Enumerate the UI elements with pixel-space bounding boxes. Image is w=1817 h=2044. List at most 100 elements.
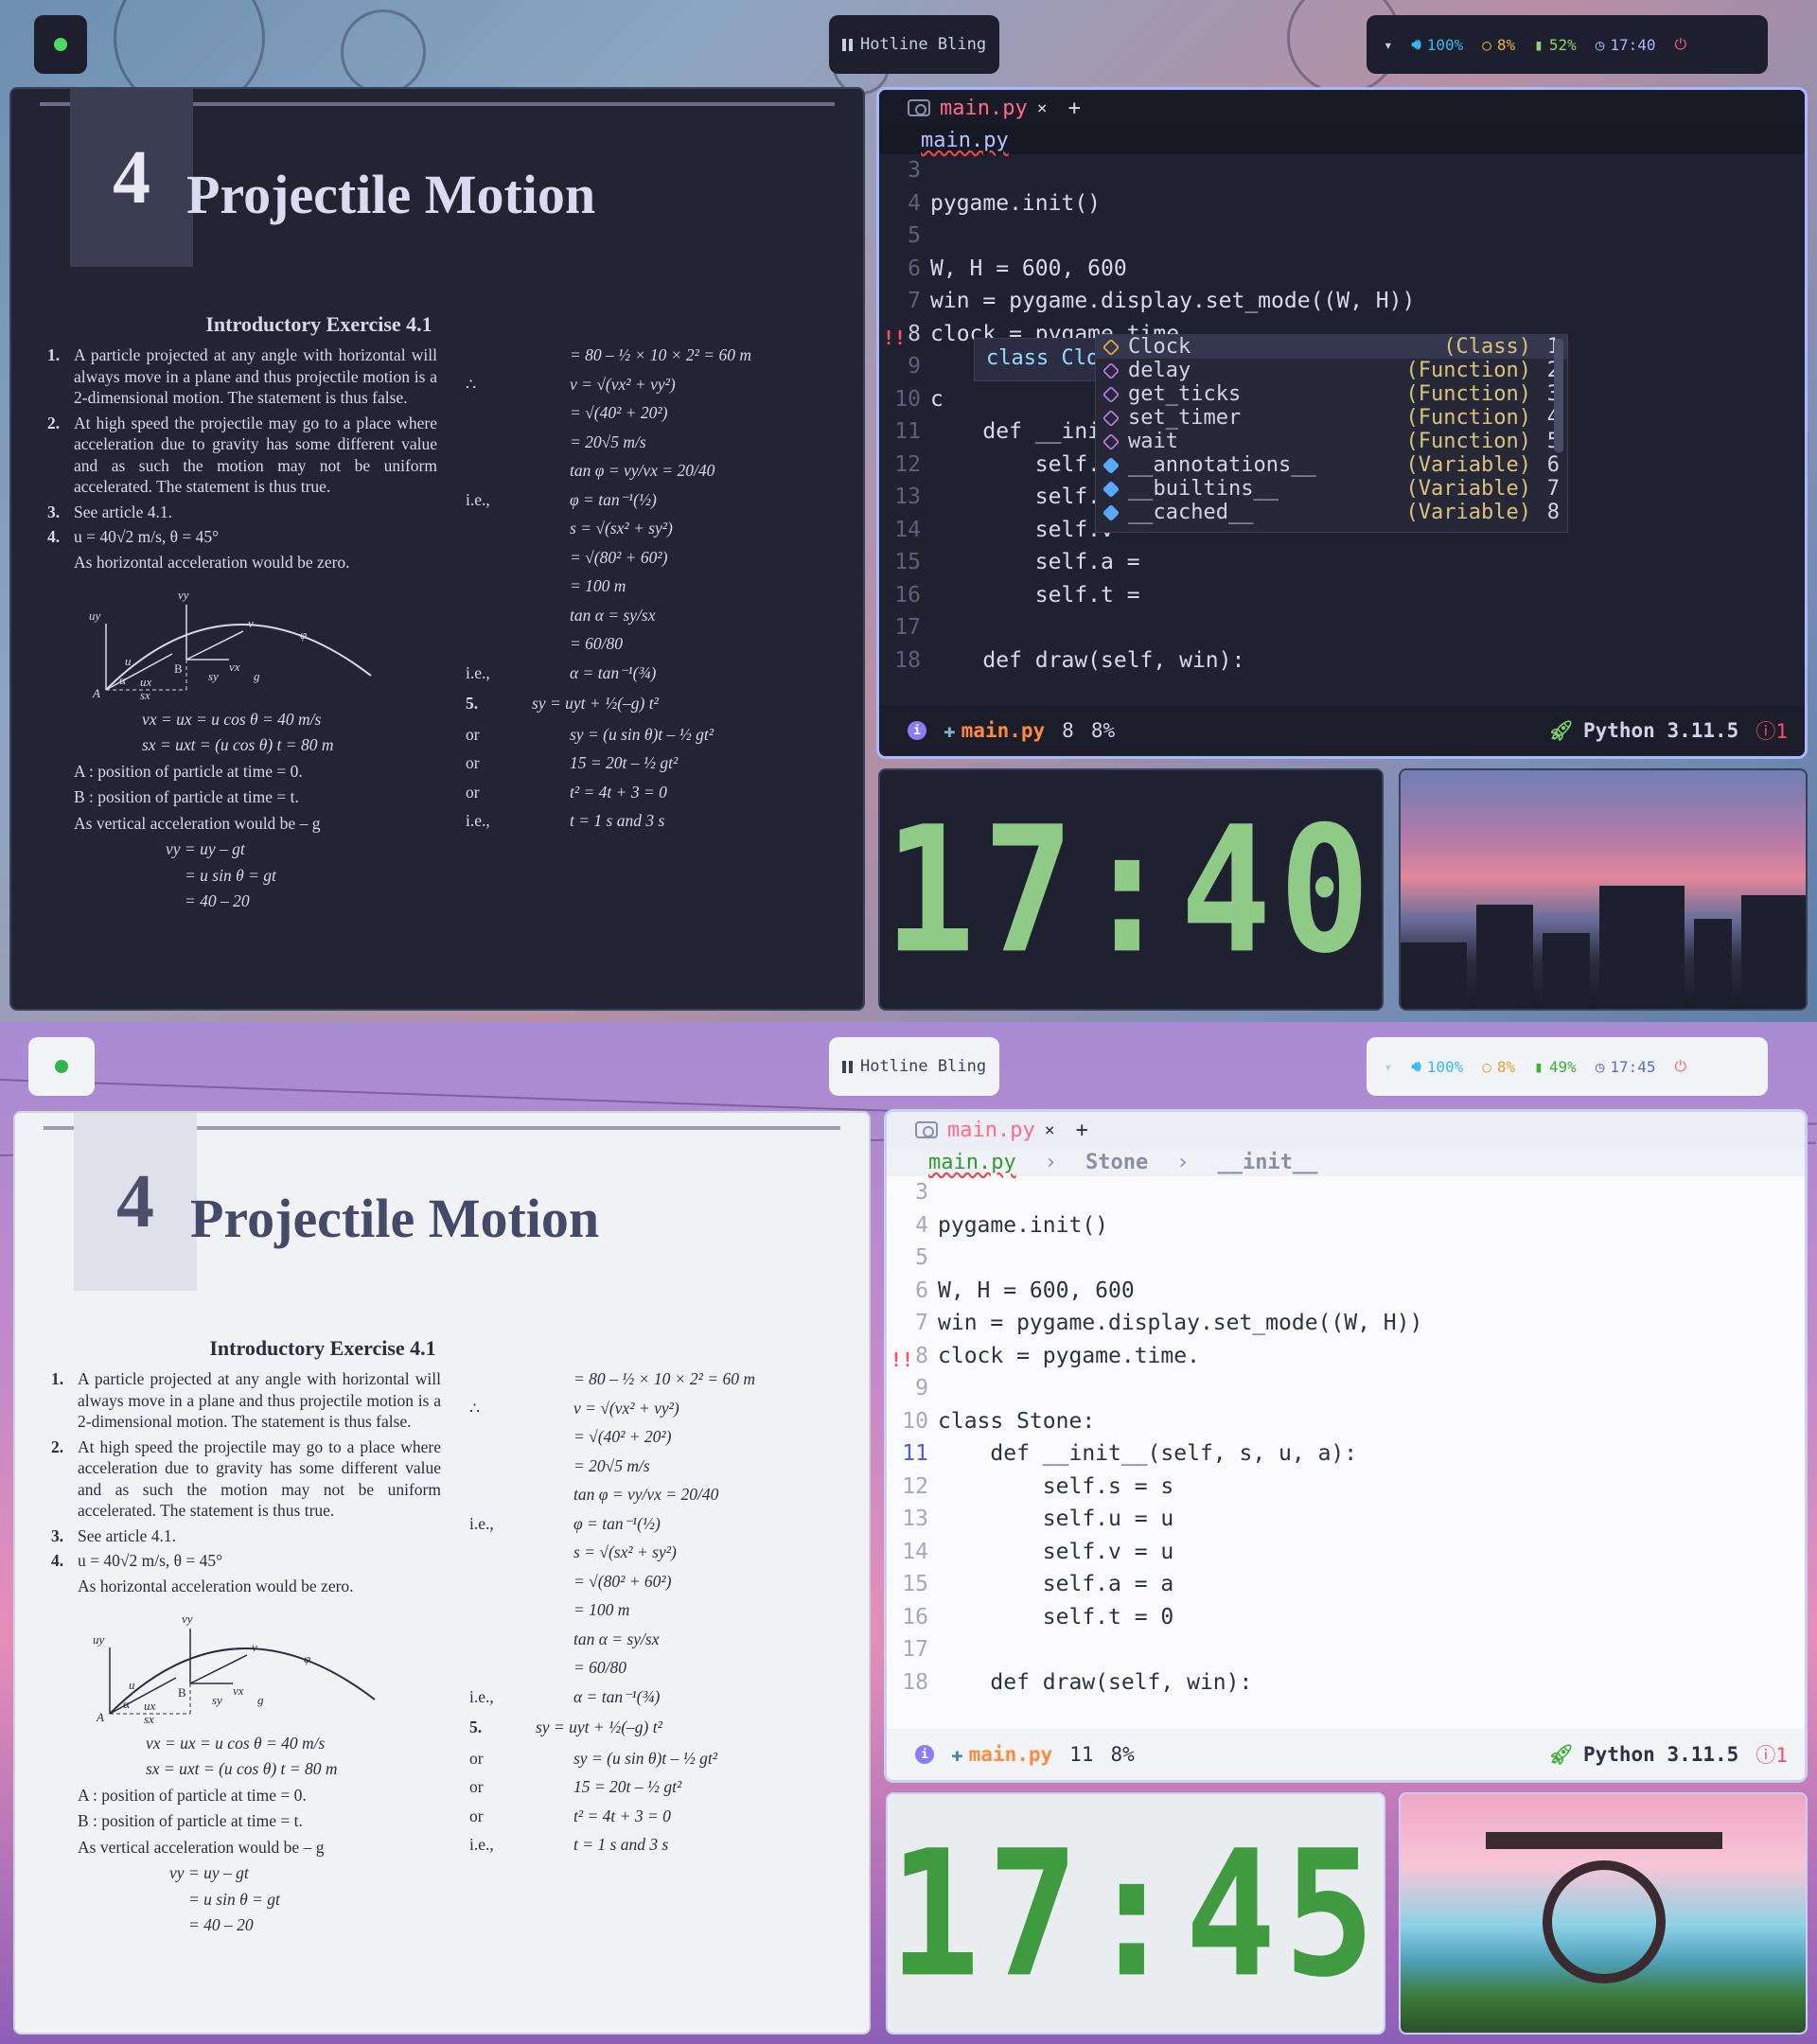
window-title-pill[interactable]: Hotline Bling [829,15,1000,74]
note-line: B : position of particle at time = t. [74,787,299,806]
workspace-indicator[interactable] [34,15,87,74]
completion-scrollbar[interactable] [1554,339,1563,452]
code-area[interactable]: 3 4 pygame.init() 5 6 W, H = 600, 600 7 win = p… [887,1176,1805,1699]
breadcrumb-file[interactable]: main.py [921,129,1009,152]
completion-item[interactable]: Clock(Class)1 [1096,335,1567,359]
editor-tab[interactable]: main.py × [908,97,1048,120]
equation-row: = 80 – ½ × 10 × 2² = 60 m [573,1369,755,1388]
wifi-icon[interactable]: ▾ [1384,36,1393,54]
code-line[interactable]: 16 self.t = 0 [887,1601,1805,1634]
breadcrumb-function[interactable]: __init__ [1217,1151,1317,1174]
equation-row: ∴ v = √(vx² + vy²) [469,1398,679,1418]
statusline-file[interactable]: ✚ main.py [951,1743,1052,1766]
wifi-icon[interactable]: ▾ [1384,1058,1393,1076]
breadcrumb-class[interactable]: Stone [1085,1151,1148,1174]
error-count[interactable]: ⓘ1 [1755,716,1788,745]
new-tab-button[interactable]: + [1076,1119,1088,1142]
code-line[interactable]: 7 win = pygame.display.set_mode((W, H)) [887,1307,1805,1340]
equation-row: = √(80² + 60²) [570,547,668,567]
tab-close-button[interactable]: × [1037,98,1048,118]
code-line[interactable]: 6 W, H = 600, 600 [879,253,1805,286]
completion-item[interactable]: __annotations__ (Variable) 6 [1096,453,1567,477]
code-line[interactable]: 18 def draw(self, win): [879,644,1805,678]
volume-indicator[interactable]: 🔊︎ 100% [1412,1057,1464,1076]
python-version[interactable]: 🚀︎ Python 3.11.5 [1548,1743,1738,1767]
new-tab-button[interactable]: + [1068,97,1081,120]
code-editor[interactable]: main.py × + main.py 3 4 pygame.init() 5 6 W, … [876,87,1808,759]
volume-indicator[interactable]: 🔊︎ 100% [1412,35,1464,54]
statusline-file[interactable]: ✚ main.py [944,719,1045,742]
code-line[interactable]: 6 W, H = 600, 600 [887,1275,1805,1308]
breadcrumb: main.py [879,126,1805,154]
camera-icon [915,1121,938,1138]
tab-close-button[interactable]: × [1045,1120,1055,1140]
pdf-viewer[interactable]: 4 Projectile Motion Introductory Exercise … [13,1111,871,2035]
code-line[interactable]: 9 [887,1372,1805,1405]
power-icon[interactable]: ⏻ [1675,1057,1687,1076]
workspace-indicator[interactable] [28,1037,95,1096]
completion-item[interactable]: get_ticks(Function)3 [1096,382,1567,406]
pdf-right-column: = 80 – ½ × 10 × 2² = 60 m ∴ v = √(vx² + vy… [466,344,854,839]
error-marker-icon[interactable]: !! [891,1344,913,1377]
code-line[interactable]: 3 [887,1176,1805,1209]
pause-icon [842,38,853,51]
code-line[interactable]: 3 [879,154,1805,187]
equation-row: = 100 m [570,576,626,595]
error-count[interactable]: ⓘ1 [1755,1740,1788,1769]
code-line[interactable]: 16 self.t = [879,579,1805,612]
code-line[interactable]: 15 self.a = [879,546,1805,579]
code-line[interactable]: 13 self.u = u [887,1503,1805,1536]
code-line[interactable]: 17 [879,611,1805,644]
statusline-line: 8 [1062,719,1074,742]
battery-indicator[interactable]: ▮ 52% [1534,36,1577,54]
window-title-pill[interactable]: Hotline Bling [829,1037,1000,1096]
clock-indicator[interactable]: ◷ 17:40 [1596,36,1656,54]
equation-row: tan α = sy/sx [570,605,656,625]
code-line[interactable]: 4 pygame.init() [887,1209,1805,1242]
code-line[interactable]: 12 self.s = s [887,1471,1805,1504]
equation-row: i.e., α = tan⁻¹(¾) [466,662,657,682]
completion-item[interactable]: delay(Function)2 [1096,359,1567,382]
power-icon[interactable]: ⏻ [1675,35,1687,54]
pdf-viewer[interactable]: 4 Projectile Motion Introductory Exercise … [9,87,865,1011]
completion-item[interactable]: set_timer(Function)4 [1096,406,1567,430]
code-line[interactable]: 11 def __init__(self, s, u, a): [887,1437,1805,1471]
python-version[interactable]: 🚀︎ Python 3.11.5 [1548,719,1738,743]
error-marker-icon[interactable]: !! [883,322,906,355]
code-line[interactable]: 18 def draw(self, win): [887,1666,1805,1700]
code-line[interactable]: 5 [887,1242,1805,1275]
battery-indicator[interactable]: ▮ 49% [1534,1058,1577,1076]
editor-tab[interactable]: main.py × [915,1119,1055,1142]
diagram-label: sx [144,1712,154,1723]
code-line[interactable]: 17 [887,1633,1805,1666]
equation-row: = 80 – ½ × 10 × 2² = 60 m [570,345,751,364]
item-note: As horizontal acceleration would be zero… [78,1576,354,1595]
equation-row: or 15 = 20t – ½ gt² [466,753,679,772]
cpu-indicator[interactable]: ○ 8% [1482,36,1515,54]
clock-indicator[interactable]: ◷ 17:45 [1596,1058,1656,1076]
pdf-left-column: 1. A particle projected at any angle with… [51,1368,441,1941]
exercise-item: 1. A particle projected at any angle with… [51,1369,441,1431]
completion-item[interactable]: __cached__ (Variable) 8 [1096,501,1567,524]
code-line[interactable]: 15 self.a = a [887,1568,1805,1601]
note-line: A : position of particle at time = 0. [78,1785,307,1805]
diagram-label: vx [229,660,240,674]
building-shape [1543,933,1590,1009]
diagram-label: sy [208,669,219,683]
code-line[interactable]: 5 [879,220,1805,253]
completion-menu[interactable]: Clock(Class)1delay(Function)2get_ticks(F… [1095,334,1568,533]
code-editor[interactable]: main.py × + main.py › Stone › __init__ 3… [884,1109,1808,1783]
code-line[interactable]: 8 clock = pygame.time. [887,1340,1805,1373]
code-line[interactable]: 7 win = pygame.display.set_mode((W, H)) [879,285,1805,318]
building-shape [1476,905,1533,1009]
code-line[interactable]: 10 class Stone: [887,1405,1805,1438]
cpu-indicator[interactable]: ○ 8% [1482,1058,1515,1076]
function-icon [1102,409,1120,427]
clock-icon: ◷ [1595,35,1605,54]
equation-row: i.e., t = 1 s and 3 s [466,811,665,830]
completion-item[interactable]: __builtins__ (Variable) 7 [1096,477,1567,501]
code-line[interactable]: 14 self.v = u [887,1536,1805,1569]
code-line[interactable]: 4 pygame.init() [879,187,1805,220]
breadcrumb-file[interactable]: main.py [928,1151,1016,1174]
completion-item[interactable]: wait(Function)5 [1096,430,1567,453]
